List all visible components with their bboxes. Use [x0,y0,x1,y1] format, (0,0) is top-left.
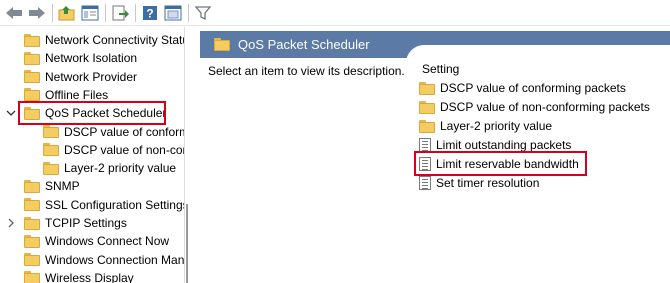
setting-label: Limit outstanding packets [436,138,572,152]
tree-item-label: DSCP value of non-conforming packets [64,142,184,157]
tree-item[interactable]: Network Isolation [24,49,137,67]
folder-icon [419,100,435,114]
tree-item-label: Windows Connect Now [45,234,170,249]
toolbar-separator [105,3,106,22]
details-pane: QoS Packet Scheduler Select an item to v… [200,27,670,283]
filter-icon[interactable] [192,2,214,24]
tree-item-label: Wireless Display [45,270,134,283]
folder-icon [419,81,435,95]
setting-folder-item[interactable]: DSCP value of non-conforming packets [419,98,650,116]
details-title: QoS Packet Scheduler [238,37,370,52]
tree-scrollbar[interactable] [186,204,188,283]
setting-label: DSCP value of non-conforming packets [440,100,650,114]
setting-folder-item[interactable]: Layer-2 priority value [419,117,552,135]
tree-item[interactable]: DSCP value of non-conforming packets [43,141,184,159]
console-tree-icon[interactable] [79,2,101,24]
policy-setting-icon [419,176,431,190]
folder-icon [24,216,40,230]
tree-item[interactable]: Wireless Display [24,269,134,283]
forward-arrow-icon[interactable] [26,2,48,24]
folder-icon [24,33,40,47]
settings-list: Setting DSCP value of conforming packets… [406,45,670,283]
folder-up-icon[interactable] [56,2,78,24]
setting-folder-item[interactable]: DSCP value of conforming packets [419,79,626,97]
folder-icon [24,271,40,283]
description-text: Select an item to view its description. [208,64,405,78]
properties-icon[interactable] [162,2,184,24]
setting-label: Layer-2 priority value [440,119,553,133]
folder-icon [43,161,59,175]
tree-item[interactable]: Network Connectivity Status Indicator [24,31,184,49]
tree-item-label: DSCP value of conforming packets [64,124,184,139]
tree-item-label: SNMP [45,179,80,194]
folder-icon [24,88,40,102]
tree-item[interactable]: Windows Connection Manager [24,251,184,269]
tree-item-label: Layer-2 priority value [64,161,177,176]
policy-setting-item[interactable]: Set timer resolution [419,174,539,192]
folder-icon [24,51,40,65]
toolbar-separator [135,3,136,22]
setting-label: Set timer resolution [436,176,540,190]
chevron-right-icon[interactable] [6,218,16,228]
setting-label: DSCP value of conforming packets [440,81,626,95]
tree-item-label: SSL Configuration Settings [45,197,184,212]
tree-item[interactable]: Layer-2 priority value [43,159,176,177]
policy-setting-icon [419,138,431,152]
tree-item-label: Windows Connection Manager [45,252,184,267]
column-header-setting[interactable]: Setting [422,62,459,76]
tree-item[interactable]: DSCP value of conforming packets [43,123,184,141]
export-list-icon[interactable] [109,2,131,24]
folder-icon [43,143,59,157]
tree-item[interactable]: Network Provider [24,68,137,86]
toolbar: ? [0,0,670,26]
back-arrow-icon[interactable] [3,2,25,24]
folder-icon [24,198,40,212]
tree-item[interactable]: SNMP [24,177,80,195]
toolbar-separator [188,3,189,22]
console-tree: Network Connectivity Status Indicator Net… [0,27,184,283]
folder-icon [419,119,435,133]
tree-item-label: Network Connectivity Status Indicator [45,33,184,47]
pane-splitter[interactable] [184,27,185,283]
help-icon[interactable]: ? [139,2,161,24]
svg-text:?: ? [146,6,153,20]
folder-icon [43,125,59,138]
tree-item[interactable]: SSL Configuration Settings [24,196,184,214]
tree-item-label: Network Isolation [45,51,138,66]
folder-icon [24,234,40,248]
toolbar-separator [52,3,53,22]
folder-icon [24,70,40,84]
chevron-down-icon[interactable] [6,108,16,118]
folder-icon [24,179,40,193]
folder-icon [24,253,40,267]
folder-icon [214,38,230,51]
highlighted-setting-box [414,151,587,176]
tree-item[interactable]: TCPIP Settings [24,214,127,232]
tree-item-label: Network Provider [45,69,138,84]
tree-item-label: TCPIP Settings [45,216,127,230]
tree-item[interactable]: Windows Connect Now [24,232,169,250]
